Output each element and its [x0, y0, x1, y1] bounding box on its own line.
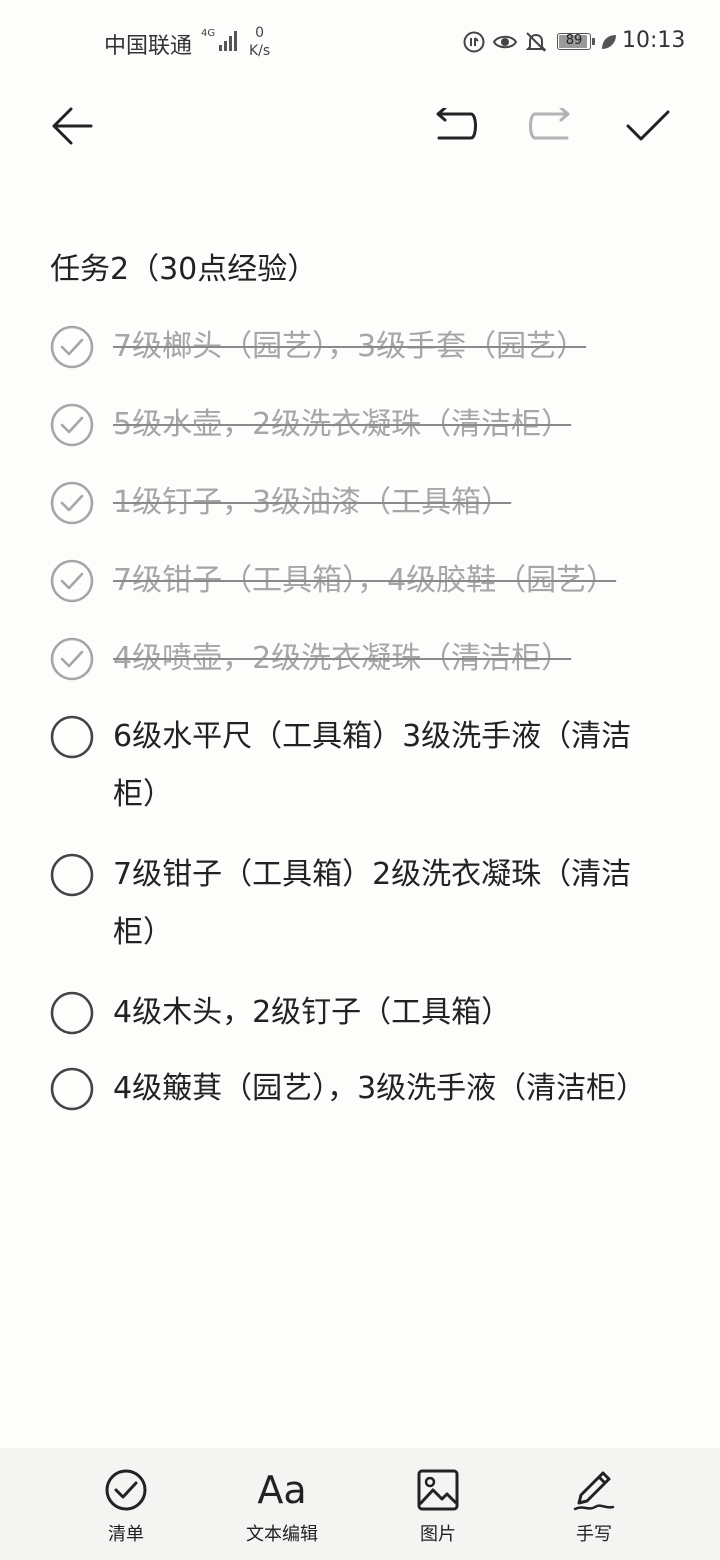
checklist-icon: [105, 1469, 147, 1511]
checklist-item-text[interactable]: 1级钉子，3级油漆（工具箱）: [113, 474, 673, 532]
image-button[interactable]: 图片: [368, 1466, 508, 1546]
checklist-item-text[interactable]: 7级钳子（工具箱）2级洗衣凝珠（清洁柜）: [113, 846, 673, 962]
network-speed: 0 K/s: [249, 24, 270, 60]
bottom-toolbar: 清单 Aa 文本编辑 图片 手写: [0, 1448, 720, 1560]
network-speed-unit: K/s: [249, 43, 271, 59]
handwriting-label: 手写: [576, 1524, 612, 1545]
text-format-label: 文本编辑: [246, 1524, 318, 1545]
battery-cap: [592, 38, 595, 45]
undo-button[interactable]: [428, 100, 480, 152]
undo-icon: [436, 108, 477, 140]
arrow-left-icon: [52, 107, 93, 145]
note-title[interactable]: 任务2（30点经验）: [50, 244, 317, 288]
handwriting-icon: [573, 1471, 615, 1511]
checklist-button[interactable]: 清单: [56, 1466, 196, 1546]
handwriting-button[interactable]: 手写: [524, 1466, 664, 1546]
unchecked-circle-icon[interactable]: [50, 991, 94, 1035]
checklist-item-text[interactable]: 5级水壶，2级洗衣凝珠（清洁柜）: [113, 396, 673, 454]
battery-icon: 89: [557, 33, 591, 50]
data-saver-icon: [463, 31, 485, 53]
bell-muted-icon: [525, 32, 547, 52]
unchecked-circle-icon[interactable]: [50, 715, 94, 759]
checkmark-icon: [626, 110, 670, 141]
back-button[interactable]: [46, 100, 98, 152]
eye-comfort-icon: [492, 35, 518, 49]
power-saving-leaf-icon: [602, 35, 616, 49]
checked-circle-icon[interactable]: [50, 559, 94, 603]
checked-circle-icon[interactable]: [50, 637, 94, 681]
checked-circle-icon[interactable]: [50, 481, 94, 525]
redo-icon: [529, 108, 570, 140]
network-speed-value: 0: [255, 25, 265, 41]
network-type: 4G: [201, 28, 216, 39]
clock: 10:13: [622, 28, 686, 53]
checklist-label: 清单: [108, 1524, 144, 1545]
checked-circle-icon[interactable]: [50, 403, 94, 447]
checklist-item-text[interactable]: 4级喷壶，2级洗衣凝珠（清洁柜）: [113, 630, 673, 688]
checklist-item-text[interactable]: 6级水平尺（工具箱）3级洗手液（清洁柜）: [113, 708, 673, 824]
checklist-item-text[interactable]: 4级簸萁（园艺），3级洗手液（清洁柜）: [113, 1060, 673, 1118]
checklist-item-text[interactable]: 4级木头，2级钉子（工具箱）: [113, 984, 673, 1042]
status-bar: 中国联通 4G 0 K/s 89 10:13: [0, 0, 720, 84]
image-icon: [417, 1469, 459, 1511]
checked-circle-icon[interactable]: [50, 325, 94, 369]
unchecked-circle-icon[interactable]: [50, 853, 94, 897]
signal-strength-icon: [219, 31, 237, 51]
confirm-button[interactable]: [622, 100, 674, 152]
carrier-name: 中国联通: [104, 34, 193, 59]
checklist-item-text[interactable]: 7级钳子（工具箱），4级胶鞋（园艺）: [113, 552, 673, 610]
battery-level: 89: [565, 33, 583, 48]
image-label: 图片: [420, 1524, 456, 1545]
unchecked-circle-icon[interactable]: [50, 1067, 94, 1111]
text-format-icon: Aa: [257, 1468, 307, 1512]
text-format-button[interactable]: Aa 文本编辑: [212, 1466, 352, 1546]
redo-button[interactable]: [526, 100, 578, 152]
checklist-item-text[interactable]: 7级榔头（园艺），3级手套（园艺）: [113, 318, 673, 376]
